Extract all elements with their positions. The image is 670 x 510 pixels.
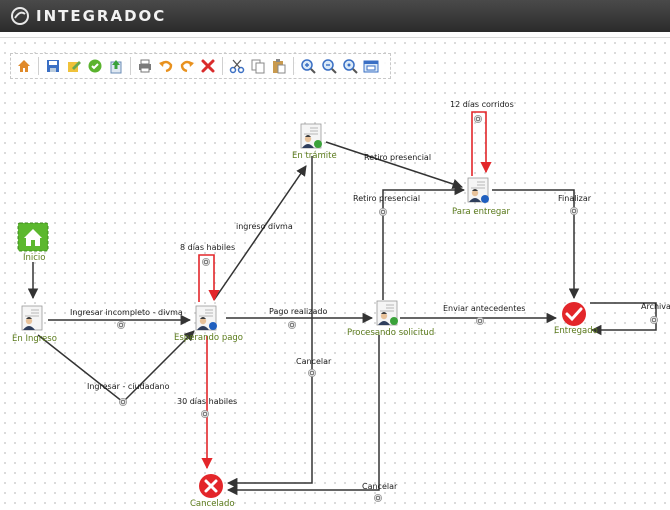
edge-cancelar-1[interactable]	[226, 156, 313, 489]
edge-label-ingreso-divma: ingreso divma	[236, 222, 293, 231]
copy-icon[interactable]	[249, 58, 266, 75]
edge-label-archivar: Archivar	[641, 302, 670, 311]
edge-label-30-dias: 30 días habiles	[177, 397, 237, 406]
edge-ingreso-divma[interactable]	[213, 165, 307, 301]
delete-icon[interactable]	[199, 58, 216, 75]
node-label-inicio: Inicio	[23, 253, 46, 263]
edge-label-ingresar-ciudadano: Ingresar - ciudadano	[87, 382, 170, 391]
node-label-en-tramite: En trámite	[292, 151, 337, 161]
gear-icon[interactable]	[474, 115, 482, 123]
node-en-ingreso[interactable]: En Ingreso	[12, 305, 57, 344]
node-label-en-ingreso: En Ingreso	[12, 334, 57, 344]
gear-icon[interactable]	[202, 258, 210, 266]
edge-label-cancelar-2: Cancelar	[362, 482, 398, 491]
edge-label-pago-realizado: Pago realizado	[269, 307, 327, 316]
edge-label-retiro-presencial-1: Retiro presencial	[364, 153, 431, 162]
node-esperando-pago[interactable]: Esperando pago	[174, 305, 243, 343]
home-icon[interactable]	[15, 58, 32, 75]
node-label-cancelado: Cancelado	[190, 499, 235, 509]
print-icon[interactable]	[136, 58, 153, 75]
node-en-tramite[interactable]: En trámite	[292, 123, 337, 161]
gear-icon[interactable]	[650, 316, 658, 324]
gear-icon[interactable]	[379, 208, 387, 216]
gear-icon[interactable]	[288, 321, 296, 329]
node-cancelado[interactable]: Cancelado	[190, 474, 235, 509]
node-label-para-entregar: Para entregar	[452, 207, 510, 217]
node-label-esperando-pago: Esperando pago	[174, 333, 243, 343]
zoom-in-icon[interactable]	[299, 58, 316, 75]
zoom-out-icon[interactable]	[320, 58, 337, 75]
node-label-procesando-solicitud: Procesando solicitud	[347, 328, 434, 338]
check-badge-icon	[390, 317, 398, 325]
upload-icon[interactable]	[107, 58, 124, 75]
gear-icon[interactable]	[374, 494, 382, 502]
check-badge-icon	[314, 140, 322, 148]
edge-label-cancelar-1: Cancelar	[296, 357, 332, 366]
node-inicio[interactable]: Inicio	[17, 222, 49, 263]
user-document-icon	[21, 305, 43, 331]
edit-icon[interactable]	[65, 58, 82, 75]
toolbar	[10, 53, 391, 79]
gear-icon[interactable]	[117, 321, 125, 329]
edge-label-retiro-presencial-2: Retiro presencial	[353, 194, 420, 203]
node-procesando-solicitud[interactable]: Procesando solicitud	[347, 300, 434, 338]
fit-window-icon[interactable]	[362, 58, 379, 75]
redo-icon[interactable]	[178, 58, 195, 75]
paste-icon[interactable]	[270, 58, 287, 75]
undo-icon[interactable]	[157, 58, 174, 75]
gear-icon[interactable]	[476, 317, 484, 325]
zoom-actual-icon[interactable]	[341, 58, 358, 75]
gear-icon[interactable]	[201, 410, 209, 418]
edge-label-finalizar: Finalizar	[558, 194, 592, 203]
info-badge-icon	[481, 195, 489, 203]
edge-label-12-dias: 12 días corridos	[450, 100, 514, 109]
gear-icon[interactable]	[570, 207, 578, 215]
gear-icon[interactable]	[308, 369, 316, 377]
edge-retiro-presencial-1[interactable]	[325, 141, 463, 190]
info-badge-icon	[209, 322, 217, 330]
check-icon[interactable]	[86, 58, 103, 75]
edge-label-8-dias: 8 días habiles	[180, 243, 235, 252]
node-entregado[interactable]: Entregado	[554, 302, 598, 336]
gear-icon[interactable]	[119, 398, 127, 406]
edge-label-enviar-antecedentes: Enviar antecedentes	[443, 304, 525, 313]
save-icon[interactable]	[44, 58, 61, 75]
edge-label-ingresar-incompleto: Ingresar incompleto - divma	[70, 308, 183, 317]
edge-ingresar-ciudadano[interactable]	[37, 330, 195, 404]
cut-icon[interactable]	[228, 58, 245, 75]
node-label-entregado: Entregado	[554, 326, 598, 336]
node-para-entregar[interactable]: Para entregar	[452, 177, 510, 217]
